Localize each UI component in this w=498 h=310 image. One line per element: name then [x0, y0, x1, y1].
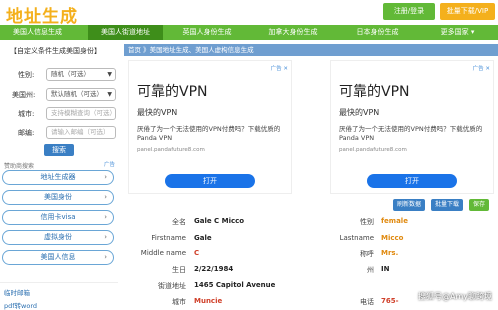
detail-label-firstname: Firstname	[151, 234, 186, 242]
watermark: 搜狐号@Amy聊跨境	[418, 292, 492, 301]
zip-label: 邮编:	[18, 129, 35, 137]
ad-close-icon[interactable]: 广告 ✕	[473, 64, 490, 72]
state-select[interactable]: 默认随机（可选） ▼	[46, 88, 116, 101]
chevron-right-icon: ›	[104, 253, 107, 261]
pill-us-identity[interactable]: 美国身份 ›	[2, 190, 114, 205]
city-label: 城市:	[18, 110, 35, 118]
main-nav: 美国人信息生成 美国人街道地址 英国人身份生成 加拿大身份生成 日本身份生成 更…	[0, 25, 498, 40]
link-temp-email[interactable]: 临时邮箱	[4, 287, 30, 297]
nav-us-street-address[interactable]: 美国人街道地址	[88, 25, 163, 40]
search-button[interactable]: 搜索	[44, 144, 74, 156]
ad-text: 厌倦了为一个无法使用的VPN付费吗？下载优质的Panda VPN	[339, 125, 483, 142]
detail-value-state: IN	[381, 265, 390, 273]
detail-label-phone: 电话	[360, 298, 374, 306]
gender-select-value: 随机（可选）	[51, 70, 90, 78]
state-label: 美国州:	[12, 91, 36, 99]
chevron-down-icon: ▼	[107, 91, 112, 98]
ad-text: 厌倦了为一个无法使用的VPN付费吗？下载优质的Panda VPN	[137, 125, 281, 142]
refresh-data-button[interactable]: 刷新数据	[393, 199, 425, 211]
detail-value-middlename: C	[194, 249, 200, 257]
chevron-right-icon: ›	[104, 213, 107, 221]
detail-label-fullname: 全名	[172, 218, 186, 226]
ad-domain: panel.pandafuture8.com	[339, 147, 407, 153]
pill-label: 地址生成器	[40, 173, 76, 181]
nav-japan-identity[interactable]: 日本身份生成	[345, 25, 410, 40]
detail-value-city: Muncie	[194, 297, 223, 305]
pill-label: 信用卡visa	[40, 213, 76, 221]
nav-canada-identity[interactable]: 加拿大身份生成	[258, 25, 328, 40]
detail-label-gender: 性别	[360, 218, 374, 226]
ad-subtitle: 最快的VPN	[339, 108, 380, 117]
state-select-value: 默认随机（可选）	[51, 90, 103, 98]
nav-uk-identity[interactable]: 英国人身份生成	[172, 25, 242, 40]
bulk-download-vip-button[interactable]: 批量下载/VIP	[440, 3, 495, 20]
detail-value-gender: female	[381, 217, 408, 225]
detail-label-middlename: Middle name	[140, 249, 186, 257]
detail-value-firstname: Gale	[194, 234, 212, 242]
ad-card-left[interactable]: 广告 ✕ 可靠的VPN 最快的VPN 厌倦了为一个无法使用的VPN付费吗？下载优…	[128, 60, 292, 194]
pill-label: 美国人信息	[40, 253, 76, 261]
ad-title: 可靠的VPN	[137, 84, 208, 100]
detail-value-birthday: 2/22/1984	[194, 265, 234, 273]
pill-virtual-identity[interactable]: 虚拟身份 ›	[2, 230, 114, 245]
sidebar-title: 【自定义条件生成美国身份】	[10, 47, 101, 55]
breadcrumb[interactable]: 首页 》美国地址生成、美国人虚构信息生成	[124, 44, 498, 56]
detail-label-lastname: Lastname	[339, 234, 374, 242]
ad-domain: panel.pandafuture8.com	[137, 147, 205, 153]
ad-close-icon[interactable]: 广告 ✕	[271, 64, 288, 72]
ad-card-right[interactable]: 广告 ✕ 可靠的VPN 最快的VPN 厌倦了为一个无法使用的VPN付费吗？下载优…	[330, 60, 494, 194]
zip-input[interactable]: 请输入邮编（可选）	[46, 126, 116, 139]
pill-label: 虚拟身份	[44, 233, 72, 241]
ad-open-button[interactable]: 打开	[165, 174, 255, 188]
detail-label-state: 州	[367, 266, 374, 274]
detail-label-city: 城市	[172, 298, 186, 306]
ad-open-button[interactable]: 打开	[367, 174, 457, 188]
pill-credit-card-visa[interactable]: 信用卡visa ›	[2, 210, 114, 225]
detail-value-phone: 765-	[381, 297, 399, 305]
nav-more-countries[interactable]: 更多国家 ▾	[425, 25, 490, 40]
city-input[interactable]: 支持模糊查询（可选）	[46, 107, 116, 120]
site-logo[interactable]: 地址生成	[6, 2, 78, 27]
login-register-button[interactable]: 注册/登录	[383, 3, 435, 20]
sponsor-search-label: 赞助商搜索	[4, 163, 35, 170]
ad-title: 可靠的VPN	[339, 84, 410, 100]
pill-label: 美国身份	[44, 193, 72, 201]
chevron-right-icon: ›	[104, 193, 107, 201]
detail-value-title: Mrs.	[381, 249, 399, 257]
detail-value-lastname: Micco	[381, 234, 404, 242]
pill-us-person-info[interactable]: 美国人信息 ›	[2, 250, 114, 265]
detail-value-fullname: Gale C Micco	[194, 217, 245, 225]
detail-value-street: 1465 Capitol Avenue	[194, 281, 276, 289]
chevron-right-icon: ›	[104, 173, 107, 181]
gender-select[interactable]: 随机（可选） ▼	[46, 68, 116, 81]
sidebar-divider	[0, 282, 118, 283]
nav-us-person-info[interactable]: 美国人信息生成	[0, 25, 75, 40]
link-pdf-to-word[interactable]: pdf转word	[4, 300, 37, 310]
detail-label-birthday: 生日	[172, 266, 186, 274]
chevron-down-icon: ▼	[107, 71, 112, 78]
ad-subtitle: 最快的VPN	[137, 108, 178, 117]
detail-label-title: 称呼	[360, 250, 374, 258]
detail-label-street: 街道地址	[158, 282, 186, 290]
batch-download-button[interactable]: 批量下载	[431, 199, 463, 211]
gender-label: 性别:	[18, 71, 35, 79]
chevron-right-icon: ›	[104, 233, 107, 241]
ad-choices-icon[interactable]: 广告	[104, 160, 115, 168]
pill-address-generator[interactable]: 地址生成器 ›	[2, 170, 114, 185]
save-button[interactable]: 保存	[469, 199, 489, 211]
